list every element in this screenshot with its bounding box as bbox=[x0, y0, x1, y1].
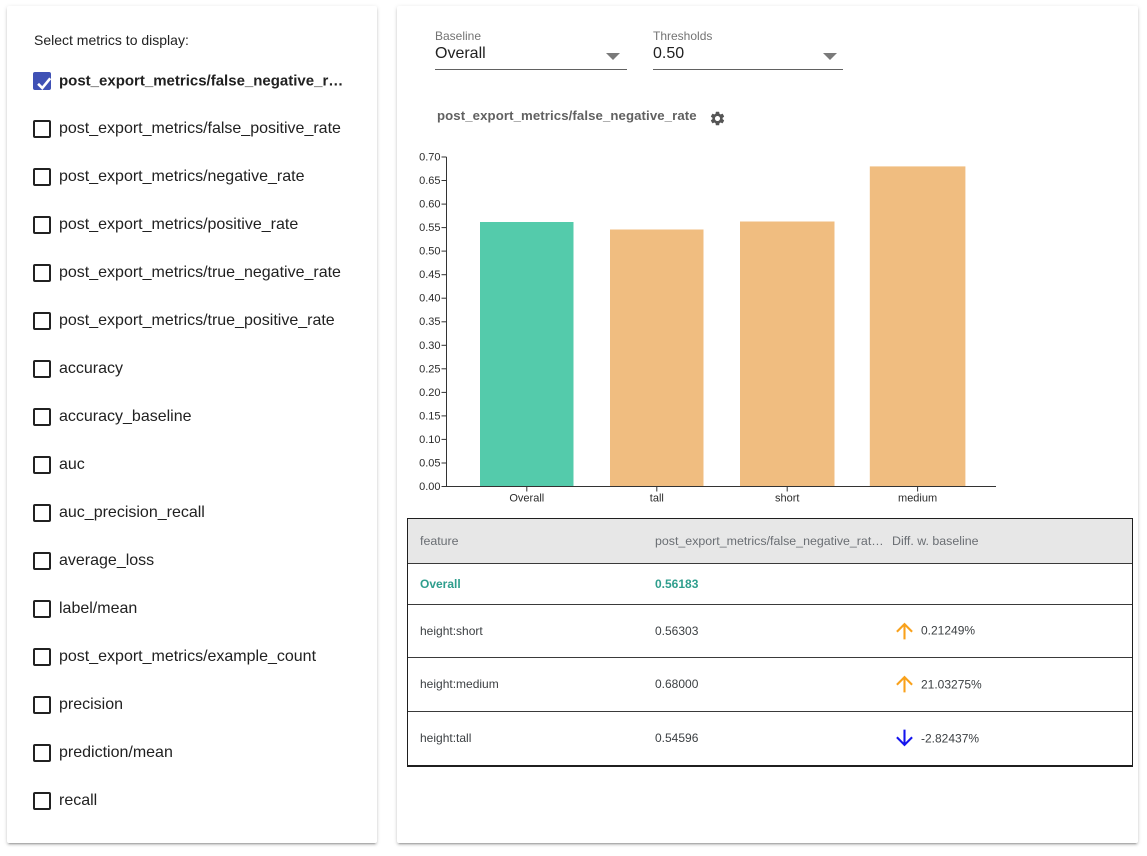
svg-text:0.45: 0.45 bbox=[419, 269, 440, 281]
svg-text:0.00: 0.00 bbox=[419, 481, 440, 493]
svg-text:0.40: 0.40 bbox=[419, 293, 440, 305]
svg-text:0.20: 0.20 bbox=[419, 387, 440, 399]
svg-text:0.10: 0.10 bbox=[419, 434, 440, 446]
svg-text:short: short bbox=[775, 493, 799, 505]
svg-text:0.25: 0.25 bbox=[419, 363, 440, 375]
svg-text:tall: tall bbox=[650, 493, 664, 505]
svg-text:0.60: 0.60 bbox=[419, 199, 440, 211]
svg-text:0.05: 0.05 bbox=[419, 458, 440, 470]
svg-text:0.30: 0.30 bbox=[419, 340, 440, 352]
svg-text:0.65: 0.65 bbox=[419, 175, 440, 187]
svg-text:0.35: 0.35 bbox=[419, 316, 440, 328]
svg-text:medium: medium bbox=[898, 493, 937, 505]
svg-text:Overall: Overall bbox=[509, 493, 544, 505]
svg-text:0.55: 0.55 bbox=[419, 222, 440, 234]
svg-text:0.50: 0.50 bbox=[419, 246, 440, 258]
svg-text:0.15: 0.15 bbox=[419, 410, 440, 422]
svg-text:0.70: 0.70 bbox=[419, 152, 440, 164]
